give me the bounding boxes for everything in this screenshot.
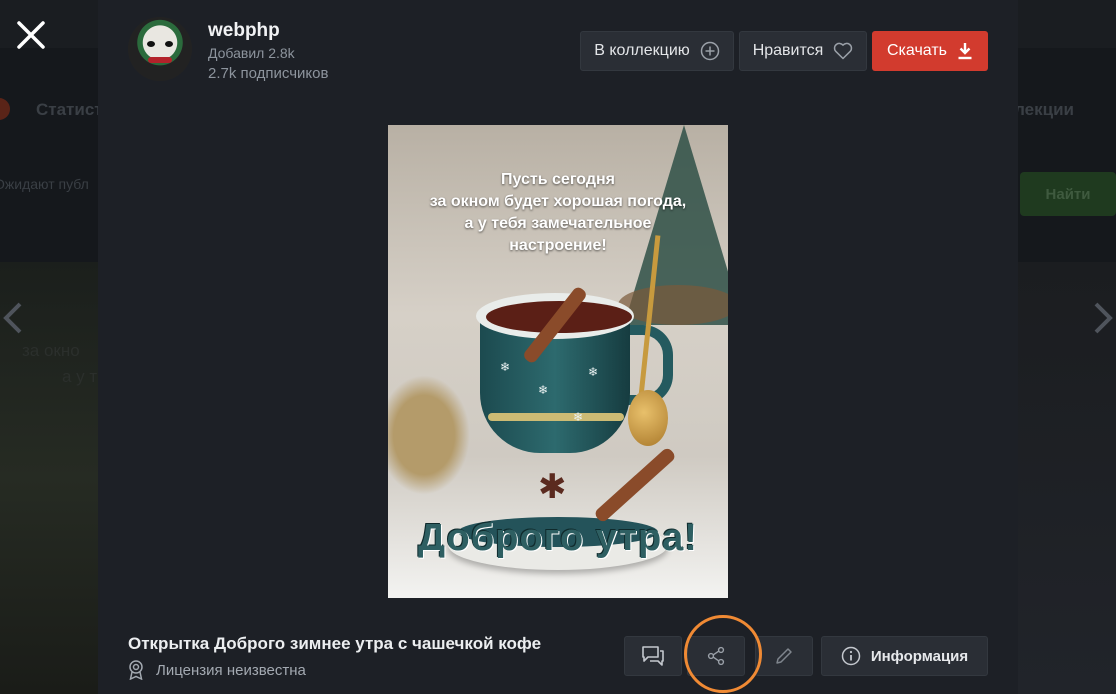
prev-arrow[interactable] xyxy=(0,300,26,336)
download-label: Скачать xyxy=(887,42,947,59)
author-name[interactable]: webphp xyxy=(208,20,280,42)
image-title: Открытка Доброго зимнее утра с чашечкой … xyxy=(128,634,542,653)
caption-line: а у тебя замечательное xyxy=(464,215,652,232)
author-subscribers: 2.7k подписчиков xyxy=(208,65,329,82)
caption-line: за окном будет хорошая погода, xyxy=(429,193,687,210)
info-icon xyxy=(841,646,861,666)
collection-label: В коллекцию xyxy=(594,42,690,59)
next-arrow[interactable] xyxy=(1090,300,1116,336)
share-button[interactable] xyxy=(687,636,745,676)
close-icon xyxy=(17,21,45,49)
license-icon xyxy=(129,660,143,680)
info-label: Информация xyxy=(870,647,969,665)
like-button[interactable]: Нравится xyxy=(739,31,867,71)
comment-icon xyxy=(642,646,664,666)
author-avatar[interactable] xyxy=(128,17,192,81)
background-text-line: а у т xyxy=(62,367,98,386)
snowflake-icon: ❄ xyxy=(573,410,584,424)
share-icon xyxy=(707,646,725,666)
background-find-button: Найти xyxy=(1020,172,1116,216)
image-caption-top: Пусть сегодня за окном будет хорошая пог… xyxy=(418,169,698,257)
background-search-hint: Ожидают публ xyxy=(0,176,89,192)
info-button[interactable]: Информация xyxy=(821,636,988,676)
background-photo-text: за окно а у т xyxy=(22,338,97,390)
main-image[interactable]: ❄ ❄ ❄ ❄ ✱ Пусть сегодня за окном будет х… xyxy=(388,125,728,598)
image-cup-band xyxy=(488,413,624,421)
download-button[interactable]: Скачать xyxy=(872,31,988,71)
avatar-eyes xyxy=(147,41,173,47)
close-button[interactable] xyxy=(14,18,48,52)
add-to-collection-button[interactable]: В коллекцию xyxy=(580,31,734,71)
snowflake-icon: ❄ xyxy=(538,383,549,397)
edit-button[interactable] xyxy=(755,636,813,676)
like-label: Нравится xyxy=(752,42,824,59)
download-icon xyxy=(958,43,972,60)
snowflake-icon: ❄ xyxy=(588,365,599,379)
image-leaves xyxy=(388,365,478,505)
image-spoon-bowl xyxy=(628,390,668,446)
plus-circle-icon xyxy=(700,41,719,61)
image-wood xyxy=(618,285,728,325)
image-caption-bottom: Доброго утра! xyxy=(418,517,698,559)
caption-line: настроение! xyxy=(509,237,607,254)
chevron-left-icon xyxy=(3,302,22,334)
avatar-mouth xyxy=(148,57,172,63)
caption-line: Пусть сегодня xyxy=(501,171,615,188)
pencil-icon xyxy=(776,648,792,664)
heart-icon xyxy=(834,42,853,60)
image-modal: webphp Добавил 2.8k 2.7k подписчиков В к… xyxy=(98,0,1018,694)
author-added-count: Добавил 2.8k xyxy=(208,45,295,61)
license-label: Лицензия неизвестна xyxy=(156,661,306,679)
license-info: Лицензия неизвестна xyxy=(128,660,306,680)
background-logo xyxy=(0,98,10,120)
background-nav-right: лекции xyxy=(1014,100,1074,119)
chevron-right-icon xyxy=(1094,302,1113,334)
snowflake-icon: ❄ xyxy=(500,360,511,374)
image-star-anise: ✱ xyxy=(538,468,567,506)
comment-button[interactable] xyxy=(624,636,682,676)
background-text-line: за окно xyxy=(22,341,80,360)
